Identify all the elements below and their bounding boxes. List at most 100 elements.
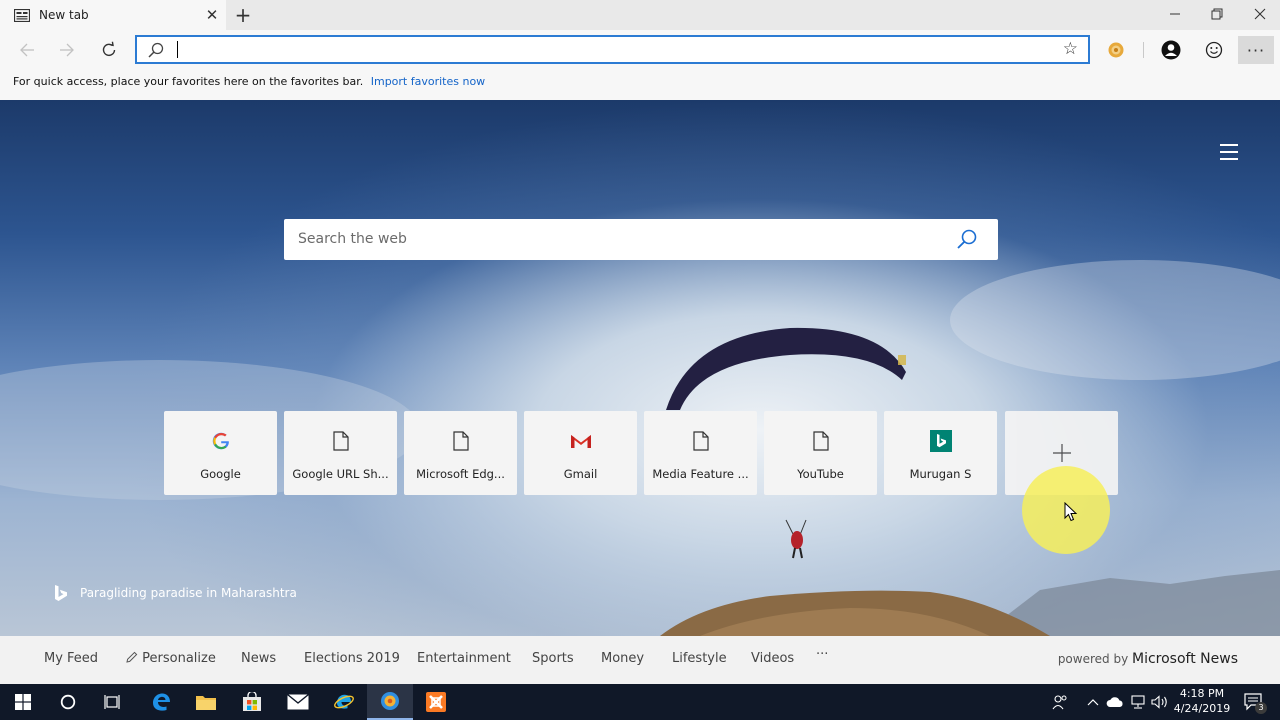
web-search-input[interactable] — [298, 227, 938, 251]
extension-button[interactable] — [1101, 35, 1131, 65]
close-icon — [1254, 8, 1266, 20]
search-icon[interactable] — [956, 228, 978, 250]
cortana-button[interactable] — [45, 684, 91, 720]
feed-tab-news[interactable]: News — [241, 651, 276, 666]
plus-icon — [1052, 444, 1071, 462]
taskbar-clock[interactable]: 4:18 PM 4/24/2019 — [1170, 686, 1234, 716]
hamburger-icon-line — [1220, 158, 1238, 160]
minimize-icon — [1170, 13, 1180, 15]
tile-icon-wrap — [884, 428, 997, 454]
top-site-tile-youtube[interactable]: YouTube — [764, 411, 877, 495]
new-tab-button[interactable]: + — [230, 0, 256, 30]
top-site-tile-google[interactable]: Google — [164, 411, 277, 495]
profile-button[interactable] — [1156, 35, 1186, 65]
image-credit[interactable]: Paragliding paradise in Maharashtra — [54, 584, 297, 602]
top-site-tile-microsoft-edge[interactable]: Microsoft Edg... — [404, 411, 517, 495]
tile-icon-wrap — [1005, 440, 1118, 466]
search-icon — [148, 42, 164, 58]
bing-icon — [929, 430, 952, 452]
task-view-icon — [104, 695, 120, 709]
network-icon — [1131, 695, 1145, 709]
web-search-box[interactable] — [284, 219, 998, 260]
powered-by-label: powered by Microsoft News — [1058, 651, 1238, 667]
pencil-icon — [126, 651, 138, 663]
feed-tab-sports[interactable]: Sports — [532, 651, 574, 666]
mouse-pointer-icon — [1064, 502, 1078, 522]
feed-tab-lifestyle[interactable]: Lifestyle — [672, 651, 727, 666]
news-feed-bar: My Feed Personalize News Elections 2019 … — [0, 636, 1280, 684]
smiley-icon — [1205, 41, 1223, 59]
app-globe-icon — [381, 692, 399, 710]
favorite-star-icon[interactable]: ☆ — [1063, 39, 1078, 59]
tile-label: Google — [200, 467, 241, 481]
cloud-icon — [1106, 697, 1123, 707]
hamburger-icon-line — [1220, 144, 1238, 146]
people-icon — [1052, 695, 1067, 710]
refresh-button[interactable] — [94, 35, 124, 65]
chevron-up-icon — [1087, 699, 1099, 706]
close-tab-icon[interactable]: ✕ — [198, 6, 226, 24]
task-view-button[interactable] — [90, 684, 136, 720]
windows-logo-icon — [15, 694, 31, 710]
taskbar-mail[interactable] — [275, 684, 321, 720]
feed-tab-my-feed[interactable]: My Feed — [44, 651, 98, 666]
windows-taskbar: 4:18 PM 4/24/2019 3 — [0, 684, 1280, 720]
tray-network[interactable] — [1128, 684, 1148, 720]
tile-icon-wrap — [164, 428, 277, 454]
tile-icon-wrap — [284, 428, 397, 454]
edge-logo-icon — [153, 693, 170, 711]
feed-more-button[interactable]: ··· — [816, 647, 828, 662]
feed-tab-money[interactable]: Money — [601, 651, 644, 666]
taskbar-store[interactable] — [229, 684, 275, 720]
page-settings-menu-button[interactable] — [1216, 142, 1242, 162]
taskbar-xampp[interactable] — [413, 684, 459, 720]
feed-tab-personalize[interactable]: Personalize — [126, 651, 216, 666]
taskbar-edge[interactable] — [138, 684, 184, 720]
action-center-button[interactable]: 3 — [1238, 684, 1268, 720]
feedback-button[interactable] — [1199, 35, 1229, 65]
taskbar-internet-explorer[interactable] — [321, 684, 367, 720]
tile-label: Murugan S — [909, 467, 972, 481]
taskbar-file-explorer[interactable] — [183, 684, 229, 720]
forward-button[interactable] — [52, 35, 82, 65]
address-bar[interactable]: ☆ — [135, 35, 1090, 64]
google-icon — [212, 432, 229, 450]
background-image — [0, 100, 1280, 636]
title-bar: New tab ✕ + — [0, 0, 1280, 30]
tab-title: New tab — [39, 8, 89, 22]
back-button[interactable] — [12, 35, 42, 65]
address-input[interactable] — [179, 39, 1039, 60]
tile-label: Media Feature ... — [652, 467, 749, 481]
start-button[interactable] — [0, 684, 46, 720]
import-favorites-link[interactable]: Import favorites now — [371, 75, 485, 88]
tile-label: Microsoft Edg... — [416, 467, 505, 481]
new-tab-page-icon — [14, 8, 30, 22]
favorites-hint: For quick access, place your favorites h… — [13, 75, 364, 88]
top-site-tile-google-url-shortener[interactable]: Google URL Sh... — [284, 411, 397, 495]
page-icon — [332, 431, 349, 451]
navigation-bar: ☆ — [0, 30, 1280, 70]
tile-label: YouTube — [797, 467, 844, 481]
restore-button[interactable] — [1195, 0, 1239, 28]
tray-volume[interactable] — [1150, 684, 1170, 720]
taskbar-active-app[interactable] — [367, 684, 413, 720]
settings-more-button[interactable]: ··· — [1238, 36, 1274, 64]
personalize-label: Personalize — [142, 651, 216, 666]
gmail-icon — [570, 435, 591, 448]
notification-count-badge: 3 — [1255, 702, 1267, 714]
tray-show-hidden-icons[interactable] — [1084, 684, 1102, 720]
feed-tab-entertainment[interactable]: Entertainment — [417, 651, 511, 666]
feed-tab-videos[interactable]: Videos — [751, 651, 794, 666]
minimize-button[interactable] — [1153, 0, 1197, 28]
feed-tab-elections-2019[interactable]: Elections 2019 — [304, 651, 400, 666]
profile-icon — [1161, 40, 1181, 60]
top-site-tile-media-feature[interactable]: Media Feature ... — [644, 411, 757, 495]
tray-people-button[interactable] — [1048, 684, 1072, 720]
top-site-tile-gmail[interactable]: Gmail — [524, 411, 637, 495]
more-icon: ··· — [1246, 40, 1266, 60]
close-window-button[interactable] — [1238, 0, 1280, 28]
top-site-tile-murugan-s[interactable]: Murugan S — [884, 411, 997, 495]
tray-onedrive[interactable] — [1104, 684, 1126, 720]
tab-new-tab[interactable]: New tab ✕ — [0, 0, 226, 30]
restore-icon — [1211, 8, 1223, 20]
